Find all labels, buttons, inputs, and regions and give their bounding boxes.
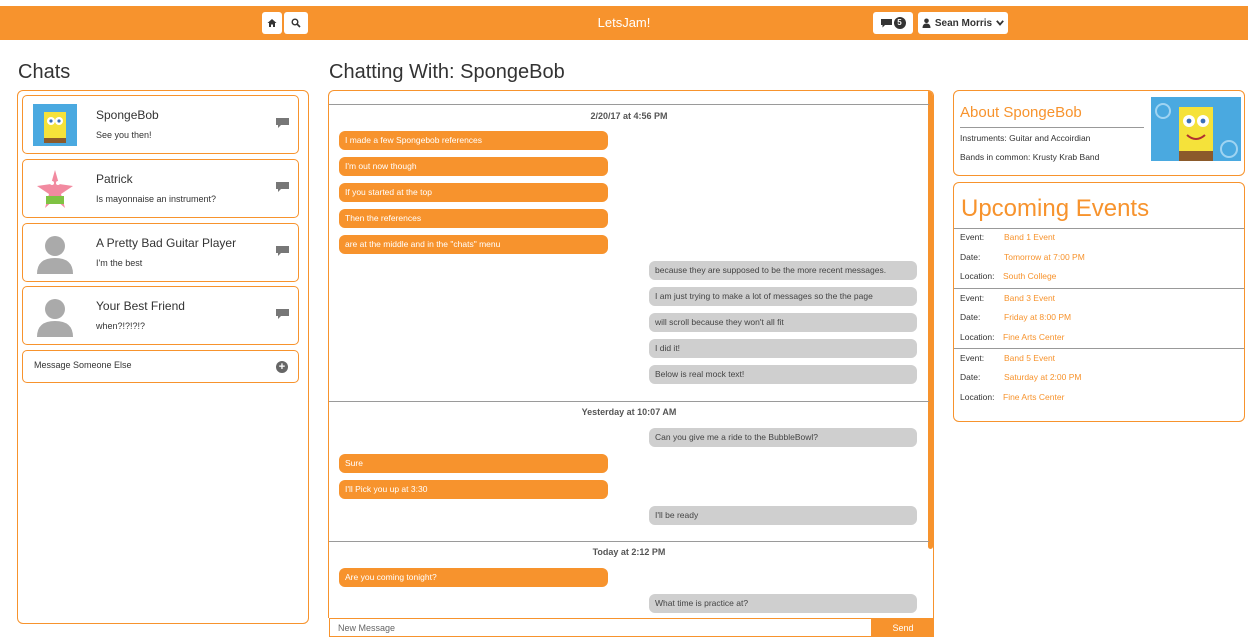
chevron-down-icon [996, 20, 1005, 26]
date-label: Yesterday at 10:07 AM [581, 407, 677, 417]
comment-icon [276, 309, 289, 319]
message-sent: I'll Pick you up at 3:30 [339, 480, 608, 499]
about-title: About SpongeBob [960, 104, 1082, 121]
event-name[interactable]: Band 1 Event [1004, 232, 1055, 242]
event-name[interactable]: Band 3 Event [1004, 293, 1055, 303]
message-someone-else-button[interactable]: Message Someone Else + [22, 350, 299, 383]
event-label: Event: [960, 353, 985, 363]
comment-icon [880, 18, 892, 27]
events-divider [954, 228, 1244, 229]
comment-icon [276, 182, 289, 192]
date-label: Date: [960, 372, 981, 382]
chat-item-spongebob[interactable]: SpongeBob See you then! [22, 95, 299, 154]
default-avatar [37, 299, 73, 337]
about-instruments: Instruments: Guitar and Accoirdian [960, 133, 1091, 143]
location-label: Location: [960, 392, 995, 402]
user-name: Sean Morris [934, 17, 993, 29]
date-label: Today at 2:12 PM [592, 547, 666, 557]
message-sent: Then the references [339, 209, 608, 228]
message-sent: are at the middle and in the "chats" men… [339, 235, 608, 254]
message-received: Can you give me a ride to the BubbleBowl… [649, 428, 917, 447]
chat-name: SpongeBob [96, 108, 159, 122]
spongebob-avatar [33, 104, 77, 146]
about-divider [960, 127, 1144, 128]
comment-icon [276, 246, 289, 256]
date-label: 2/20/17 at 4:56 PM [590, 111, 668, 121]
home-icon [267, 19, 277, 27]
event-location[interactable]: Fine Arts Center [1003, 332, 1064, 342]
date-label: Date: [960, 252, 981, 262]
messages-button[interactable]: 5 [873, 12, 913, 34]
chat-name: A Pretty Bad Guitar Player [96, 236, 237, 250]
message-count-badge: 5 [893, 17, 906, 29]
date-separator [329, 401, 929, 402]
app-title: LetsJam! [597, 15, 651, 30]
conversation-panel[interactable]: 2/20/17 at 4:56 PM I made a few Spongebo… [328, 90, 934, 618]
date-separator [329, 104, 929, 105]
event-date: Tomorrow at 7:00 PM [1004, 252, 1085, 262]
message-someone-else-label: Message Someone Else [34, 360, 132, 370]
chat-item-guitar-player[interactable]: A Pretty Bad Guitar Player I'm the best [22, 223, 299, 282]
events-title: Upcoming Events [961, 195, 1150, 222]
location-label: Location: [960, 332, 995, 342]
message-received: I am just trying to make a lot of messag… [649, 287, 917, 306]
upcoming-events-panel: Upcoming Events Event: Band 1 Event Date… [953, 182, 1245, 422]
about-bands: Bands in common: Krusty Krab Band [960, 152, 1100, 162]
scrollbar-thumb[interactable] [928, 91, 933, 549]
plus-circle-icon: + [276, 361, 288, 373]
message-sent: I made a few Spongebob references [339, 131, 608, 150]
about-panel: About SpongeBob Instruments: Guitar and … [953, 90, 1245, 176]
date-label: Date: [960, 312, 981, 322]
chat-item-patrick[interactable]: Patrick Is mayonnaise an instrument? [22, 159, 299, 218]
chat-preview: Is mayonnaise an instrument? [96, 194, 217, 204]
event-date: Friday at 8:00 PM [1004, 312, 1072, 322]
search-icon [291, 18, 301, 28]
search-button[interactable] [284, 12, 308, 34]
date-separator [329, 541, 929, 542]
event-name[interactable]: Band 5 Event [1004, 353, 1055, 363]
message-received: I'll be ready [649, 506, 917, 525]
event-location[interactable]: Fine Arts Center [1003, 392, 1064, 402]
top-navbar: LetsJam! 5 Sean Morris [0, 6, 1248, 40]
chat-preview: when?!?!?!? [96, 321, 146, 331]
message-received: Below is real mock text! [649, 365, 917, 384]
location-label: Location: [960, 271, 995, 281]
chat-name: Patrick [96, 172, 133, 186]
message-sent: Are you coming tonight? [339, 568, 608, 587]
chats-heading: Chats [18, 61, 71, 83]
conversation-heading: Chatting With: SpongeBob [329, 61, 565, 83]
events-divider [954, 288, 1244, 289]
send-button[interactable]: Send [872, 618, 934, 637]
user-menu[interactable]: Sean Morris [918, 12, 1008, 34]
event-label: Event: [960, 293, 985, 303]
comment-icon [276, 118, 289, 128]
message-received: because they are supposed to be the more… [649, 261, 917, 280]
message-sent: If you started at the top [339, 183, 608, 202]
message-sent: Sure [339, 454, 608, 473]
default-avatar [37, 236, 73, 274]
spongebob-profile-picture [1151, 97, 1241, 161]
user-icon [922, 18, 931, 28]
home-button[interactable] [262, 12, 282, 34]
message-received: What time is practice at? [649, 594, 917, 613]
event-label: Event: [960, 232, 985, 242]
message-received: I did it! [649, 339, 917, 358]
event-location[interactable]: South College [1003, 271, 1056, 281]
events-divider [954, 348, 1244, 349]
message-sent: I'm out now though [339, 157, 608, 176]
chat-preview: I'm the best [96, 258, 143, 268]
chat-preview: See you then! [96, 130, 152, 140]
patrick-avatar [33, 168, 77, 210]
event-date: Saturday at 2:00 PM [1004, 372, 1082, 382]
new-message-input[interactable] [329, 618, 872, 637]
chats-panel: SpongeBob See you then! Patrick Is mayon… [17, 90, 309, 624]
chat-name: Your Best Friend [96, 299, 185, 313]
chat-item-best-friend[interactable]: Your Best Friend when?!?!?!? [22, 286, 299, 345]
message-received: will scroll because they won't all fit [649, 313, 917, 332]
